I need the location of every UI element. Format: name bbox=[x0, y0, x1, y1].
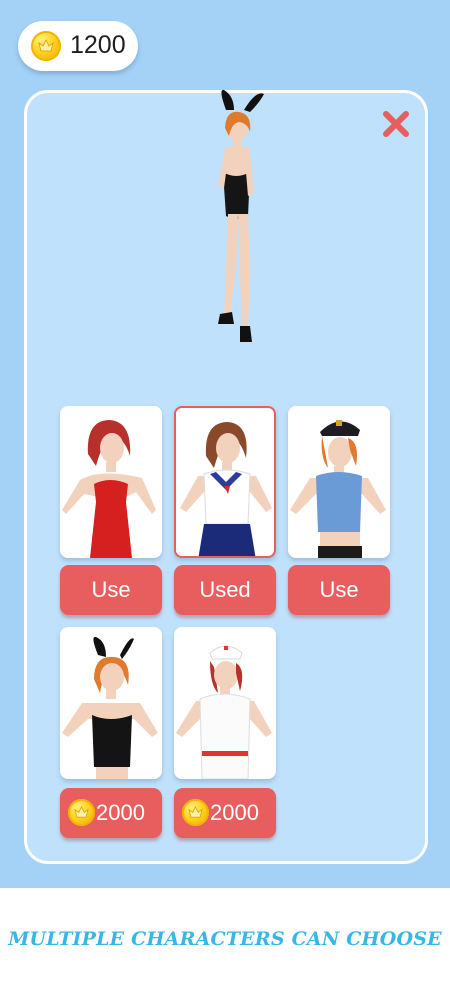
use-button-label: Use bbox=[91, 577, 131, 602]
buy-button-nurse-uniform[interactable]: 2000 bbox=[174, 788, 276, 838]
use-button-label: Use bbox=[319, 577, 359, 602]
character-card-nurse-uniform[interactable] bbox=[174, 627, 276, 779]
buy-button-bunny-outfit[interactable]: 2000 bbox=[60, 788, 162, 838]
character-preview bbox=[190, 88, 290, 356]
use-button-red-dress[interactable]: Use bbox=[60, 565, 162, 615]
close-button[interactable] bbox=[380, 108, 412, 140]
price-label: 2000 bbox=[210, 800, 259, 825]
close-x-icon bbox=[383, 111, 409, 137]
coin-balance-value: 1200 bbox=[70, 31, 126, 59]
character-card-police-uniform[interactable] bbox=[288, 406, 390, 558]
price-label: 2000 bbox=[96, 800, 145, 825]
crown-coin-icon bbox=[68, 799, 95, 826]
crown-coin-icon bbox=[182, 799, 209, 826]
use-button-police-uniform[interactable]: Use bbox=[288, 565, 390, 615]
promo-banner-text: MULTIPLE CHARACTERS CAN CHOOSE bbox=[8, 928, 442, 950]
character-card-school-uniform[interactable] bbox=[174, 406, 276, 558]
crown-coin-icon bbox=[31, 31, 61, 61]
character-card-bunny-outfit[interactable] bbox=[60, 627, 162, 779]
coin-balance-pill: 1200 bbox=[18, 21, 138, 71]
character-card-red-dress[interactable] bbox=[60, 406, 162, 558]
used-button-label: Used bbox=[199, 577, 251, 602]
used-button-school-uniform[interactable]: Used bbox=[174, 565, 276, 615]
